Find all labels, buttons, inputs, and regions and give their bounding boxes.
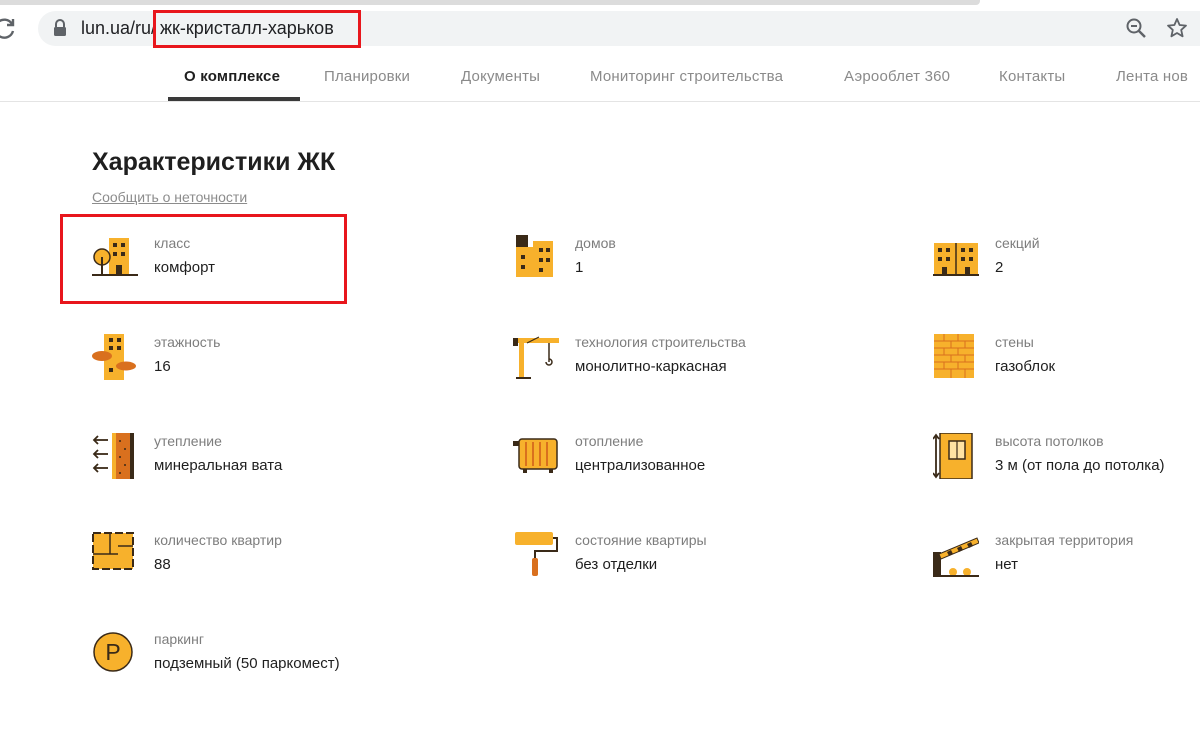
feature-value: газоблок [995, 358, 1056, 375]
feature-value: 16 [154, 358, 171, 375]
feature-label: закрытая территория [995, 532, 1134, 548]
feature-label: высота потолков [995, 433, 1104, 449]
feature-value: 1 [575, 259, 584, 276]
tab-aerial-360[interactable]: Аэрооблет 360 [844, 68, 950, 85]
feature-label: стены [995, 334, 1034, 350]
radiator-icon [513, 438, 558, 473]
url-highlight-box [153, 10, 361, 48]
feature-label: технология строительства [575, 334, 746, 350]
tab-contacts[interactable]: Контакты [999, 68, 1065, 85]
feature-label: состояние квартиры [575, 532, 707, 548]
crane-icon [513, 336, 559, 379]
barrier-gate-icon [933, 537, 979, 577]
complex-nav-tabs: О комплексе Планировки Документы Монитор… [0, 54, 1200, 102]
feature-value: нет [995, 556, 1018, 573]
url-domain: lun.ua/ru/ [81, 18, 157, 38]
tall-building-clouds-icon [92, 334, 136, 380]
tab-layouts[interactable]: Планировки [324, 68, 410, 85]
brick-wall-icon [934, 334, 974, 378]
floor-plan-icon [92, 532, 134, 570]
report-inaccuracy-link[interactable]: Сообщить о неточности [92, 189, 247, 205]
feature-value: централизованное [575, 457, 706, 474]
lock-icon[interactable] [52, 19, 68, 37]
browser-tab-strip [0, 0, 980, 5]
feature-value: 3 м (от пола до потолка) [995, 457, 1165, 474]
feature-value: 2 [995, 259, 1004, 276]
feature-value: подземный (50 паркомест) [154, 655, 340, 672]
feature-label: количество квартир [154, 532, 282, 548]
feature-label: утепление [154, 433, 222, 449]
tab-documents[interactable]: Документы [461, 68, 540, 85]
section-title: Характеристики ЖК [92, 148, 336, 176]
feature-value: без отделки [575, 556, 658, 573]
feature-value: минеральная вата [154, 457, 283, 474]
insulation-icon [92, 433, 134, 479]
feature-value: 88 [154, 556, 171, 573]
svg-text:P: P [105, 639, 120, 665]
feature-label: секций [995, 235, 1040, 251]
building-tree-icon [92, 238, 138, 276]
tab-construction-monitoring[interactable]: Мониторинг строительства [590, 68, 783, 85]
feature-label: отопление [575, 433, 644, 449]
parking-icon: P [93, 632, 133, 672]
feature-label: класс [154, 235, 191, 251]
feature-label: паркинг [154, 631, 204, 647]
tab-news-feed[interactable]: Лента нов [1116, 68, 1188, 85]
browser-toolbar: lun.ua/ru/ жк-кристалл-харьков [0, 0, 1200, 54]
bookmark-star-icon[interactable] [1166, 17, 1188, 39]
buildings-icon [516, 235, 553, 277]
ceiling-height-icon [933, 433, 973, 479]
tab-about[interactable]: О комплексе [184, 68, 280, 85]
feature-value: монолитно-каркасная [575, 358, 727, 375]
feature-label: домов [575, 235, 616, 251]
paint-roller-icon [515, 532, 558, 576]
zoom-icon[interactable] [1125, 17, 1147, 39]
feature-label: этажность [154, 334, 221, 350]
sections-icon [933, 243, 979, 276]
reload-icon[interactable] [0, 16, 18, 42]
feature-value: комфорт [154, 259, 215, 276]
active-tab-indicator [168, 97, 300, 101]
